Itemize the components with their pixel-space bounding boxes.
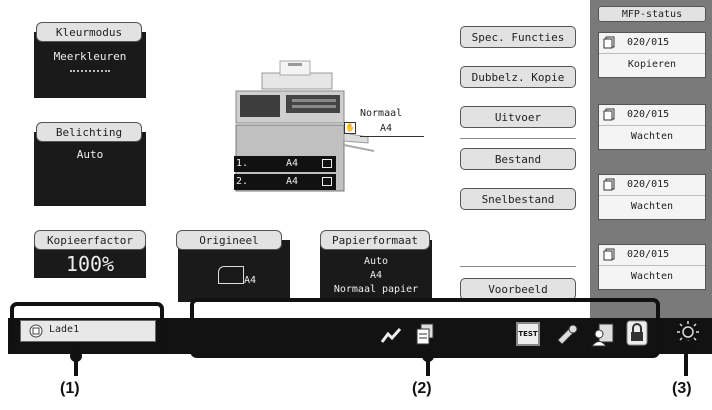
separator-1 — [460, 138, 576, 139]
exposure-panel[interactable]: Auto — [34, 132, 146, 206]
tray-2-size: A4 — [286, 176, 299, 187]
output-tray-icon: ✋ — [344, 122, 356, 134]
tray-2-number: 2. — [236, 176, 249, 187]
job-count: 020/015 — [627, 37, 670, 48]
separator-2 — [460, 266, 576, 267]
job-divider — [599, 125, 705, 126]
color-mode-dots — [70, 70, 110, 72]
job-queue-item[interactable]: 020/015 Wachten — [598, 174, 706, 220]
tray-1-paper-icon — [322, 159, 332, 168]
job-document-icon — [603, 36, 615, 49]
callout-dot-2 — [422, 350, 434, 362]
output-tray-line — [360, 136, 424, 137]
job-count: 020/015 — [627, 109, 670, 120]
mfp-status-button[interactable]: MFP-status — [598, 6, 706, 22]
job-count: 020/015 — [627, 249, 670, 260]
mfp-status-column: MFP-status 020/015 Kopieren 020/015 Wach… — [590, 0, 712, 318]
output-button[interactable]: Uitvoer — [460, 106, 576, 128]
callout-label-2: (2) — [412, 380, 432, 397]
job-status: Kopieren — [627, 59, 677, 70]
job-divider — [599, 195, 705, 196]
exposure-value: Auto — [76, 148, 104, 161]
paper-size-mode: Auto — [363, 256, 389, 267]
job-status: Wachten — [630, 271, 674, 282]
output-tray-size: A4 — [380, 123, 393, 134]
job-queue-item[interactable]: 020/015 Kopieren — [598, 32, 706, 78]
paper-size-type: Normaal papier — [333, 284, 419, 295]
special-functions-button[interactable]: Spec. Functies — [460, 26, 576, 48]
job-count: 020/015 — [627, 179, 670, 190]
callout-box-1 — [10, 302, 164, 354]
job-divider — [599, 53, 705, 54]
callout-box-2 — [190, 298, 660, 358]
callout-dot-1 — [70, 350, 82, 362]
original-doc-icon — [218, 266, 244, 284]
tray-2-row[interactable]: 2. A4 — [234, 174, 336, 190]
job-document-icon — [603, 108, 615, 121]
exposure-button[interactable]: Belichting — [36, 122, 142, 142]
color-mode-value: Meerkleuren — [53, 50, 127, 63]
job-status: Wachten — [630, 201, 674, 212]
ratio-button[interactable]: Kopieerfactor — [34, 230, 146, 250]
tray-1-size: A4 — [286, 158, 299, 169]
original-button[interactable]: Origineel — [176, 230, 282, 250]
quick-file-button[interactable]: Snelbestand — [460, 188, 576, 210]
job-queue-item[interactable]: 020/015 Wachten — [598, 244, 706, 290]
output-tray-mode: Normaal — [360, 108, 403, 119]
job-document-icon — [603, 248, 615, 261]
paper-size-size: A4 — [369, 270, 383, 281]
callout-label-3: (3) — [672, 380, 692, 397]
callout-dot-3 — [680, 340, 692, 352]
job-status: Wachten — [630, 131, 674, 142]
ratio-value: 100% — [65, 252, 115, 276]
tray-1-row[interactable]: 1. A4 — [234, 156, 336, 172]
tray-1-number: 1. — [236, 158, 249, 169]
job-queue-item[interactable]: 020/015 Wachten — [598, 104, 706, 150]
tray-2-paper-icon — [322, 177, 332, 186]
color-mode-button[interactable]: Kleurmodus — [36, 22, 142, 42]
paper-size-button[interactable]: Papierformaat — [320, 230, 430, 250]
job-divider — [599, 265, 705, 266]
duplex-copy-button[interactable]: Dubbelz. Kopie — [460, 66, 576, 88]
job-document-icon — [603, 178, 615, 191]
callout-label-1: (1) — [60, 380, 80, 397]
original-size: A4 — [244, 275, 257, 286]
preview-button[interactable]: Voorbeeld — [460, 278, 576, 300]
file-button[interactable]: Bestand — [460, 148, 576, 170]
